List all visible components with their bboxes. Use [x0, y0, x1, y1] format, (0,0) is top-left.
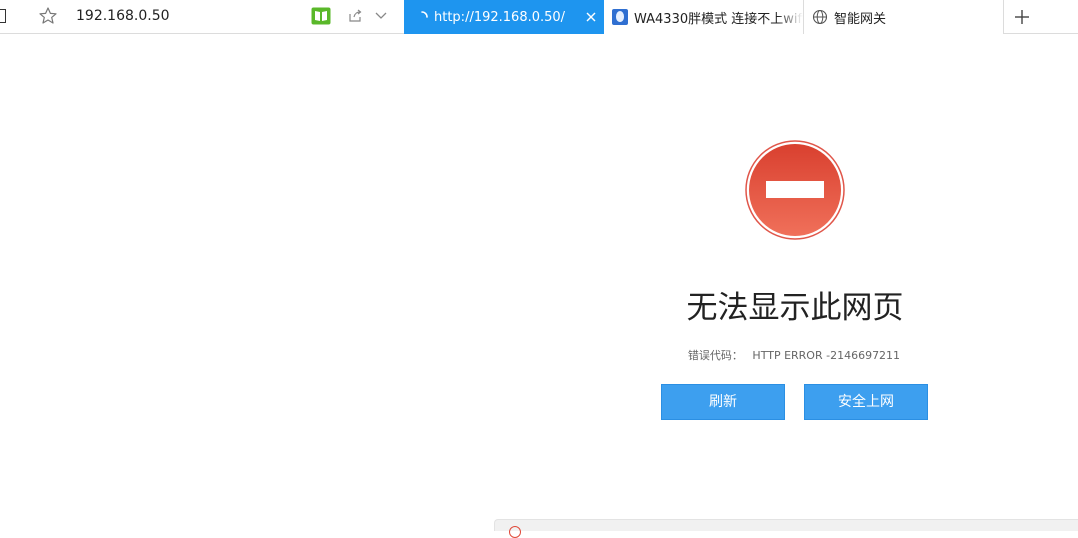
- star-icon[interactable]: [38, 6, 58, 26]
- error-code: 错误代码： HTTP ERROR -2146697211: [494, 347, 1078, 363]
- square-icon[interactable]: [0, 9, 6, 23]
- chevron-down-icon[interactable]: [374, 10, 388, 22]
- error-code-label: 错误代码：: [687, 349, 743, 362]
- alert-icon: [509, 526, 521, 538]
- address-bar-url[interactable]: 192.168.0.50: [76, 8, 170, 24]
- error-panel: 无法显示此网页 错误代码： HTTP ERROR -2146697211 刷新 …: [494, 130, 1078, 430]
- close-icon[interactable]: [584, 10, 598, 24]
- tab-title: 智能网关: [834, 11, 887, 27]
- refresh-button[interactable]: 刷新: [661, 384, 785, 420]
- browser-toolbar: 192.168.0.50 http://192.168.0.50/ WA4330…: [0, 0, 1078, 34]
- tab-title: http://192.168.0.50/: [434, 9, 566, 25]
- plus-icon[interactable]: [1012, 7, 1032, 27]
- reader-mode-icon[interactable]: [311, 7, 331, 25]
- share-icon[interactable]: [347, 8, 363, 24]
- stop-sign-icon: [745, 140, 845, 240]
- tab-wa4330[interactable]: WA4330胖模式 连接不上wifi: [604, 0, 804, 34]
- bottom-notification-bar: [494, 519, 1078, 538]
- error-title: 无法显示此网页: [686, 290, 904, 326]
- site-favicon-icon: [612, 9, 628, 25]
- loading-spinner-icon: [421, 11, 428, 18]
- tab-title: WA4330胖模式 连接不上wifi: [634, 11, 803, 27]
- tab-smart-gateway[interactable]: 智能网关: [804, 0, 1004, 34]
- safe-browse-button[interactable]: 安全上网: [804, 384, 928, 420]
- globe-icon: [812, 9, 828, 25]
- error-code-value: HTTP ERROR -2146697211: [752, 349, 901, 362]
- tab-active[interactable]: http://192.168.0.50/: [404, 0, 604, 34]
